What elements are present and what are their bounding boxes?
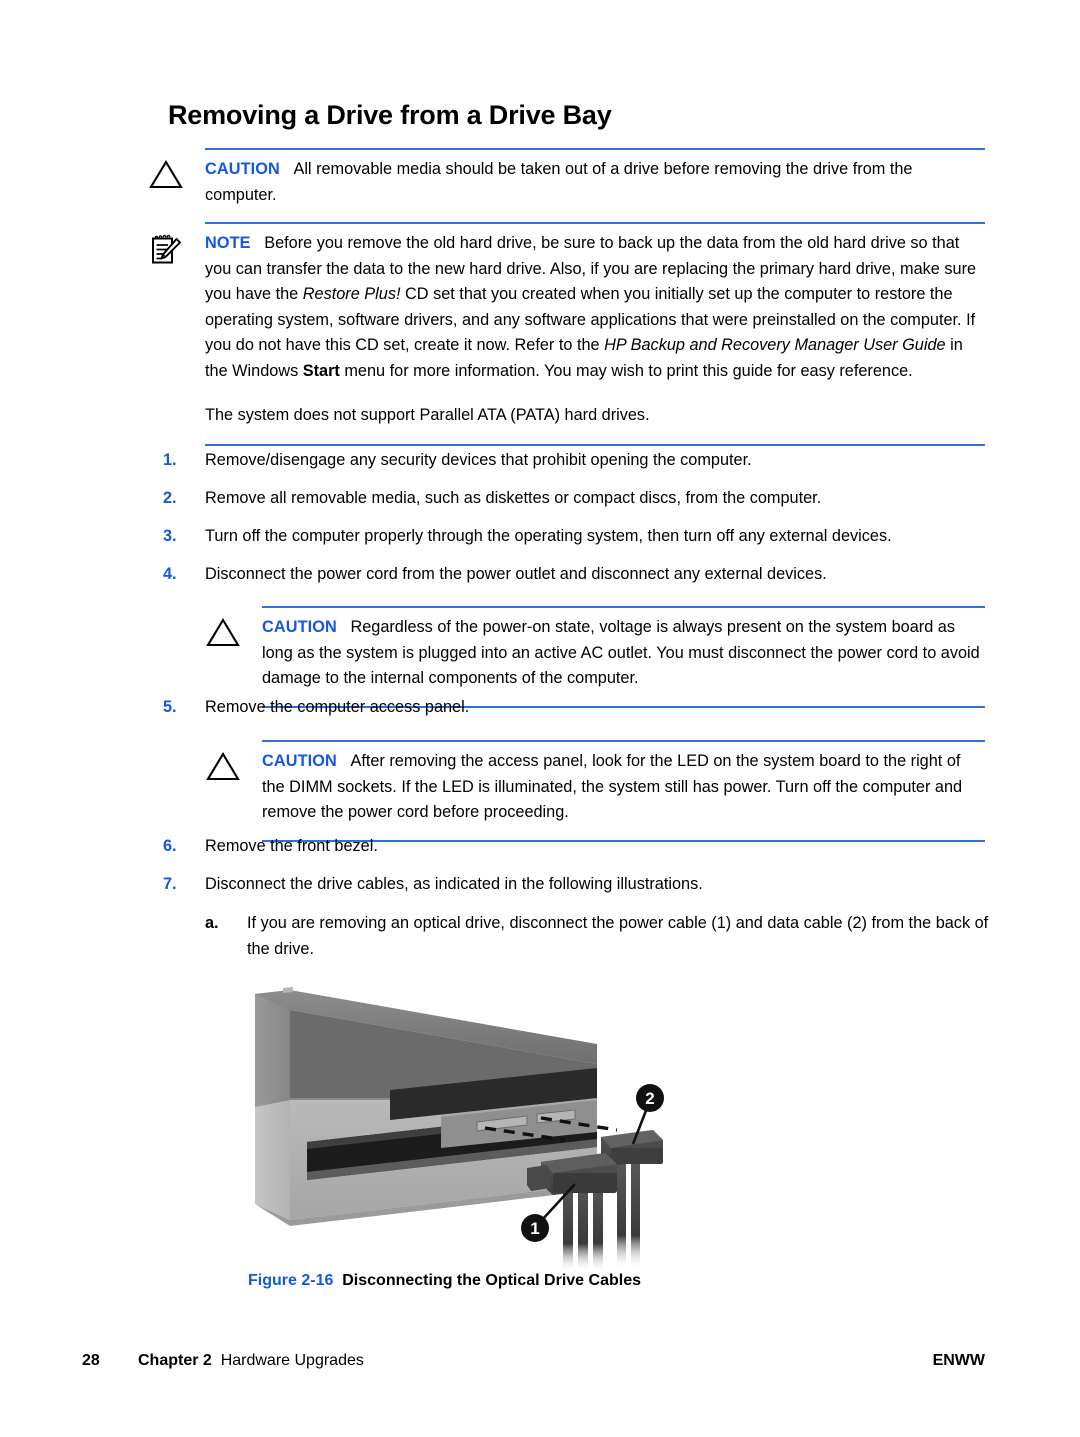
step-number: 6. — [163, 837, 177, 855]
note-bold-start: Start — [302, 361, 340, 380]
drive-top-tab — [283, 987, 293, 993]
caution-triangle-icon-svg — [206, 617, 240, 647]
page-title: Removing a Drive from a Drive Bay — [168, 100, 612, 130]
footer-chapter-title: Hardware Upgrades — [220, 1352, 364, 1369]
substep-text: If you are removing an optical drive, di… — [247, 914, 989, 958]
footer-chapter: Chapter 2 Hardware Upgrades — [138, 1352, 364, 1370]
caution-block-voltage-present: CAUTION Regardless of the power-on state… — [206, 606, 985, 708]
step-number: 5. — [163, 698, 177, 716]
note-italic-restore-plus: Restore Plus! — [302, 285, 401, 304]
note-body-text: Before you remove the old hard drive, be… — [205, 234, 977, 380]
caution-label: CAUTION — [262, 752, 337, 770]
callout-2-label: 2 — [645, 1089, 654, 1108]
footer-enww-label: ENWW — [932, 1352, 985, 1369]
step-text: Turn off the computer properly through t… — [205, 527, 892, 545]
step-item-6: 6. Remove the front bezel. — [163, 834, 993, 860]
substep-item-a: a. If you are removing an optical drive,… — [205, 911, 993, 962]
step-item-3: 3. Turn off the computer properly throug… — [163, 524, 1003, 550]
note-block-backup-data: NOTE Before you remove the old hard driv… — [152, 222, 985, 447]
note-paragraph-2: The system does not support Parallel ATA… — [205, 405, 650, 424]
step-number: 2. — [163, 489, 177, 507]
caution-text: CAUTION After removing the access panel,… — [262, 749, 985, 826]
step-number: 4. — [163, 565, 177, 583]
footer-page-number: 28 — [82, 1352, 100, 1369]
caution-body-text: Regardless of the power-on state, voltag… — [262, 618, 980, 688]
caution-body-text: All removable media should be taken out … — [205, 160, 913, 204]
figure-caption: Figure 2-16 Disconnecting the Optical Dr… — [248, 1272, 641, 1290]
caution-text: CAUTION Regardless of the power-on state… — [262, 615, 985, 692]
step-item-7: 7. Disconnect the drive cables, as indic… — [163, 872, 1003, 898]
caution-label: CAUTION — [262, 618, 337, 636]
caution-body-text: After removing the access panel, look fo… — [262, 752, 963, 822]
power-cable — [527, 1153, 617, 1272]
optical-drive-svg: 1 2 — [255, 987, 664, 1272]
step-text: Remove the front bezel. — [205, 837, 378, 855]
document-page: Removing a Drive from a Drive Bay CAUTIO… — [0, 0, 1080, 1437]
note-label: NOTE — [205, 234, 251, 252]
note-text: NOTE Before you remove the old hard driv… — [205, 231, 985, 428]
step-item-2: 2. Remove all removable media, such as d… — [163, 486, 993, 512]
note-pad-icon-svg — [152, 234, 181, 264]
caution-block-led-check: CAUTION After removing the access panel,… — [206, 740, 985, 842]
data-cable — [601, 1130, 663, 1269]
admonition-rule-bottom — [205, 444, 985, 447]
note-pad-icon — [149, 231, 205, 267]
substep-number: a. — [205, 914, 219, 932]
caution-triangle-icon — [206, 615, 262, 647]
caution-block-removable-media: CAUTION All removable media should be ta… — [149, 148, 985, 225]
caution-triangle-icon — [149, 157, 205, 189]
step-item-1: 1. Remove/disengage any security devices… — [163, 448, 993, 474]
caution-label: CAUTION — [205, 160, 280, 178]
note-paragraph-1: NOTE Before you remove the old hard driv… — [205, 231, 985, 385]
footer-chapter-label: Chapter 2 — [138, 1352, 212, 1369]
note-italic-user-guide: HP Backup and Recovery Manager User Guid… — [604, 336, 946, 355]
step-text: Disconnect the drive cables, as indicate… — [205, 875, 703, 893]
callout-1-label: 1 — [530, 1219, 539, 1238]
step-item-5: 5. Remove the computer access panel. — [163, 695, 993, 721]
note-paragraph-gap — [205, 385, 985, 403]
caution-triangle-icon-svg — [206, 751, 240, 781]
caution-triangle-icon-svg — [149, 159, 183, 189]
step-text: Remove/disengage any security devices th… — [205, 451, 752, 469]
figure-title: Disconnecting the Optical Drive Cables — [342, 1272, 641, 1289]
figure-number: Figure 2-16 — [248, 1272, 334, 1289]
step-item-4: 4. Disconnect the power cord from the po… — [163, 562, 1003, 588]
figure-optical-drive-illustration: 1 2 — [245, 972, 690, 1272]
step-number: 1. — [163, 451, 177, 469]
step-number: 7. — [163, 875, 177, 893]
step-text: Disconnect the power cord from the power… — [205, 565, 827, 583]
caution-text: CAUTION All removable media should be ta… — [205, 157, 985, 208]
step-text: Remove all removable media, such as disk… — [205, 489, 822, 507]
caution-triangle-icon — [206, 749, 262, 781]
drive-lower-left-face — [255, 1100, 290, 1220]
step-text: Remove the computer access panel. — [205, 698, 470, 716]
step-number: 3. — [163, 527, 177, 545]
